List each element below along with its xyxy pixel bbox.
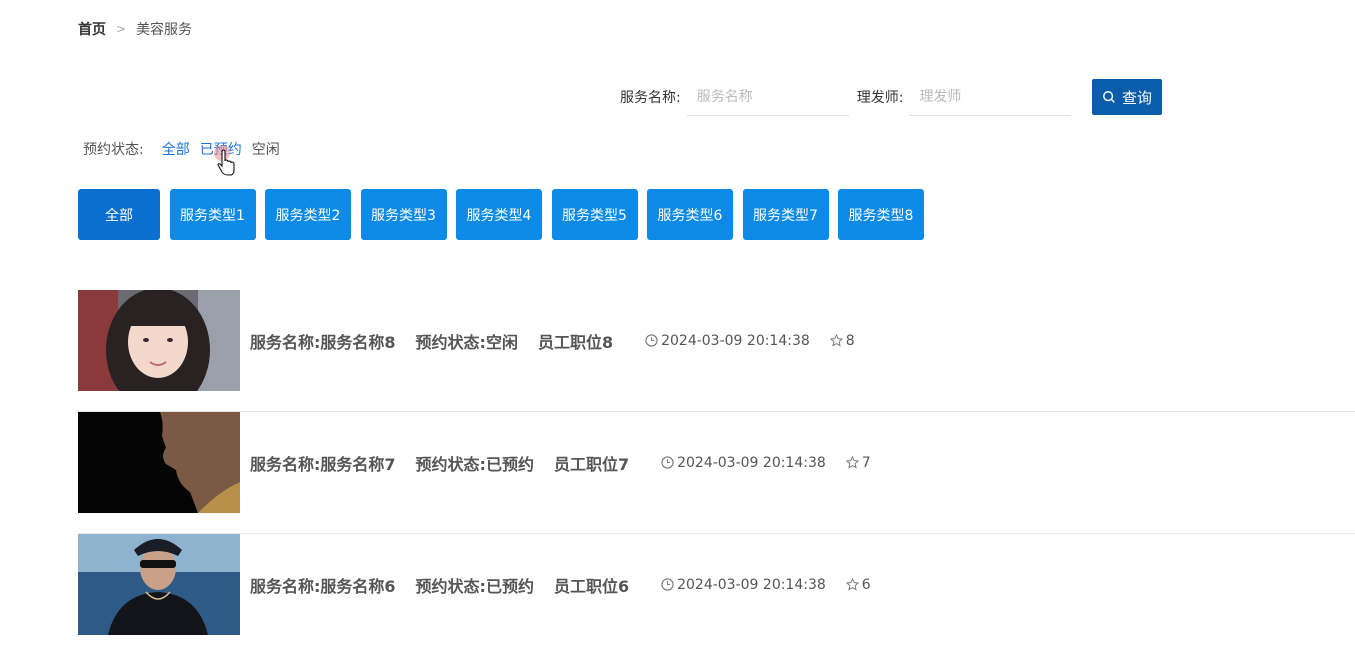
service-name: 服务名称:服务名称6 — [250, 576, 396, 596]
service-info: 服务名称:服务名称8 预约状态:空闲 员工职位8 2024-03-09 20:1… — [250, 290, 855, 391]
created-time: 2024-03-09 20:14:38 — [661, 332, 810, 349]
status-option-free[interactable]: 空闲 — [252, 139, 280, 159]
service-name: 服务名称:服务名称7 — [250, 454, 396, 474]
stylist-label: 理发师: — [856, 90, 904, 106]
breadcrumb-separator: > — [116, 22, 127, 36]
category-type1-button[interactable]: 服务类型1 — [169, 189, 256, 240]
list-item[interactable]: 服务名称:服务名称7 预约状态:已预约 员工职位7 2024-03-09 20:… — [78, 412, 1355, 534]
star-count: 8 — [845, 332, 855, 349]
status-option-all[interactable]: 全部 — [162, 139, 190, 159]
category-type2-button[interactable]: 服务类型2 — [265, 189, 351, 240]
category-all-button[interactable]: 全部 — [78, 189, 160, 240]
service-thumbnail[interactable] — [78, 412, 240, 513]
star-count: 6 — [861, 576, 871, 593]
breadcrumb-current: 美容服务 — [136, 22, 193, 38]
booking-status: 预约状态:已预约 — [415, 454, 534, 474]
category-type8-button[interactable]: 服务类型8 — [838, 189, 924, 240]
service-thumbnail[interactable] — [78, 534, 240, 635]
search-button-label: 查询 — [1121, 88, 1152, 107]
clock-icon — [645, 334, 658, 347]
status-filter-label: 预约状态: — [83, 142, 144, 158]
booking-status: 预约状态:空闲 — [415, 332, 518, 352]
search-button[interactable]: 查询 — [1092, 79, 1162, 115]
clock-icon — [661, 456, 674, 469]
staff-position: 员工职位6 — [553, 576, 630, 596]
service-thumbnail[interactable] — [78, 290, 240, 391]
created-time: 2024-03-09 20:14:38 — [677, 454, 826, 471]
star-count: 7 — [861, 454, 871, 471]
staff-position: 员工职位8 — [537, 332, 614, 352]
star-icon — [829, 334, 843, 347]
hand-cursor-icon — [214, 145, 235, 176]
service-name-label: 服务名称: — [620, 90, 681, 106]
category-type3-button[interactable]: 服务类型3 — [360, 189, 447, 240]
breadcrumb-home[interactable]: 首页 — [78, 19, 106, 39]
search-bar: 服务名称: 理发师: — [620, 78, 1072, 116]
clock-icon — [661, 578, 674, 591]
service-name-input[interactable] — [686, 78, 849, 116]
service-name: 服务名称:服务名称8 — [250, 332, 396, 352]
list-item[interactable]: 服务名称:服务名称8 预约状态:空闲 员工职位8 2024-03-09 20:1… — [78, 290, 1355, 412]
service-list: 服务名称:服务名称8 预约状态:空闲 员工职位8 2024-03-09 20:1… — [78, 290, 1355, 648]
search-icon — [1103, 91, 1115, 103]
service-info: 服务名称:服务名称6 预约状态:已预约 员工职位6 2024-03-09 20:… — [250, 534, 871, 635]
category-tabs: 全部 服务类型1 服务类型2 服务类型3 服务类型4 服务类型5 服务类型6 服… — [78, 189, 934, 240]
booking-status: 预约状态:已预约 — [415, 576, 534, 596]
created-time: 2024-03-09 20:14:38 — [677, 576, 826, 593]
category-type7-button[interactable]: 服务类型7 — [742, 189, 829, 240]
breadcrumb: 首页 > 美容服务 — [78, 19, 192, 39]
star-icon — [845, 456, 859, 469]
category-type4-button[interactable]: 服务类型4 — [456, 189, 542, 240]
staff-position: 员工职位7 — [553, 454, 630, 474]
star-icon — [845, 578, 859, 591]
category-type6-button[interactable]: 服务类型6 — [647, 189, 733, 240]
category-type5-button[interactable]: 服务类型5 — [551, 189, 638, 240]
status-filter: 预约状态: 全部 已预约 空闲 — [83, 139, 290, 159]
list-item[interactable]: 服务名称:服务名称6 预约状态:已预约 员工职位6 2024-03-09 20:… — [78, 534, 1355, 648]
service-info: 服务名称:服务名称7 预约状态:已预约 员工职位7 2024-03-09 20:… — [250, 412, 871, 513]
stylist-input[interactable] — [909, 78, 1072, 116]
